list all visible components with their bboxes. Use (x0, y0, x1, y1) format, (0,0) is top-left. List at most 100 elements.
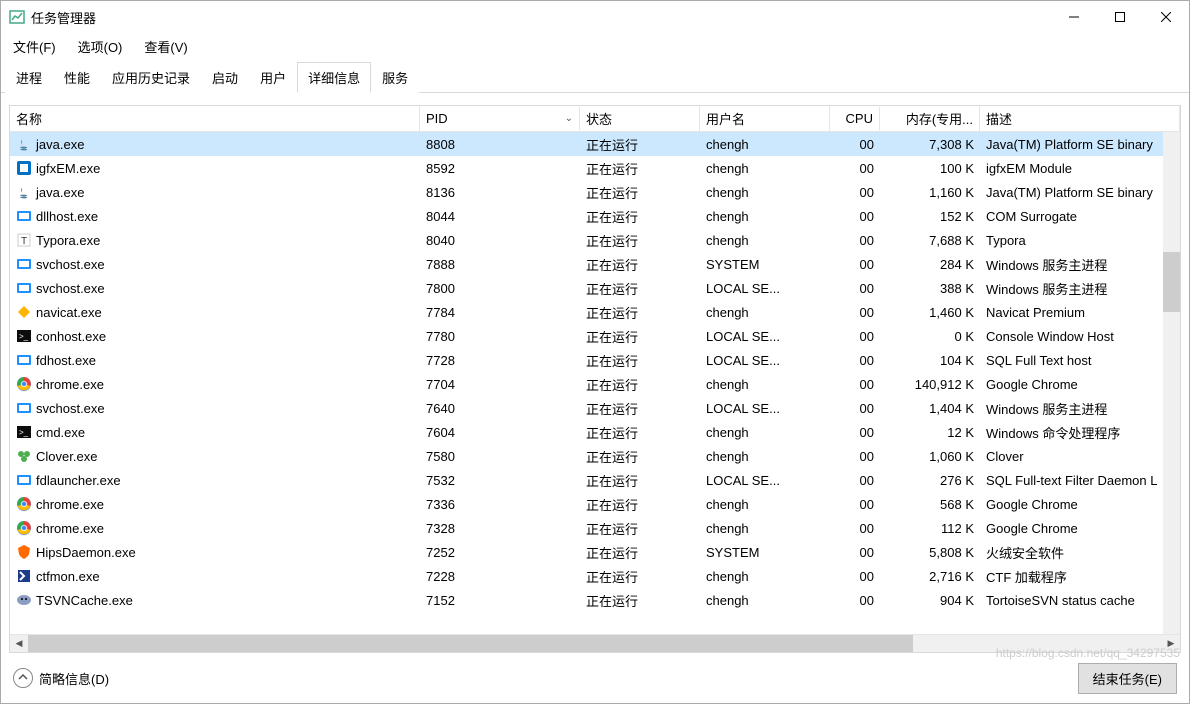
tab-users[interactable]: 用户 (249, 62, 297, 93)
process-icon: T (16, 232, 32, 248)
tab-details[interactable]: 详细信息 (297, 62, 371, 93)
process-icon (16, 184, 32, 200)
cell-user: chengh (700, 566, 830, 587)
cell-pid: 8136 (420, 182, 580, 203)
table-row[interactable]: ctfmon.exe7228正在运行chengh002,716 KCTF 加载程… (10, 564, 1180, 588)
col-pid[interactable]: PID⌄ (420, 107, 580, 130)
menu-view[interactable]: 查看(V) (140, 35, 191, 58)
cell-cpu: 00 (830, 302, 880, 323)
fewer-details-label: 简略信息(D) (39, 669, 109, 688)
scrollbar-thumb[interactable] (1163, 252, 1180, 312)
cell-user: SYSTEM (700, 254, 830, 275)
col-name[interactable]: 名称 (10, 105, 420, 132)
process-icon (16, 352, 32, 368)
cell-description: igfxEM Module (980, 158, 1180, 179)
table-row[interactable]: chrome.exe7704正在运行chengh00140,912 KGoogl… (10, 372, 1180, 396)
cell-name: igfxEM.exe (10, 157, 420, 179)
table-row[interactable]: java.exe8136正在运行chengh001,160 KJava(TM) … (10, 180, 1180, 204)
table-row[interactable]: dllhost.exe8044正在运行chengh00152 KCOM Surr… (10, 204, 1180, 228)
cell-pid: 7888 (420, 254, 580, 275)
cell-memory: 1,404 K (880, 398, 980, 419)
table-row[interactable]: >_cmd.exe7604正在运行chengh0012 KWindows 命令处… (10, 420, 1180, 444)
cell-memory: 276 K (880, 470, 980, 491)
process-icon (16, 304, 32, 320)
cell-description: Java(TM) Platform SE binary (980, 134, 1180, 155)
app-icon (9, 9, 25, 25)
table-row[interactable]: TTypora.exe8040正在运行chengh007,688 KTypora (10, 228, 1180, 252)
cell-name: svchost.exe (10, 277, 420, 299)
fewer-details-button[interactable]: 简略信息(D) (13, 668, 109, 688)
col-description[interactable]: 描述 (980, 105, 1180, 132)
cell-status: 正在运行 (580, 180, 700, 205)
cell-pid: 7580 (420, 446, 580, 467)
cell-user: LOCAL SE... (700, 278, 830, 299)
table-row[interactable]: fdhost.exe7728正在运行LOCAL SE...00104 KSQL … (10, 348, 1180, 372)
table-row[interactable]: chrome.exe7328正在运行chengh00112 KGoogle Ch… (10, 516, 1180, 540)
table-row[interactable]: svchost.exe7640正在运行LOCAL SE...001,404 KW… (10, 396, 1180, 420)
cell-memory: 2,716 K (880, 566, 980, 587)
tab-performance[interactable]: 性能 (53, 62, 101, 93)
cell-name: chrome.exe (10, 493, 420, 515)
cell-memory: 1,460 K (880, 302, 980, 323)
cell-memory: 5,808 K (880, 542, 980, 563)
tab-services[interactable]: 服务 (371, 62, 419, 93)
col-memory[interactable]: 内存(专用... (880, 105, 980, 132)
col-cpu[interactable]: CPU (830, 107, 880, 130)
cell-memory: 388 K (880, 278, 980, 299)
cell-pid: 7800 (420, 278, 580, 299)
scrollbar-thumb[interactable] (28, 635, 913, 652)
vertical-scrollbar[interactable] (1163, 132, 1180, 634)
table-row[interactable]: navicat.exe7784正在运行chengh001,460 KNavica… (10, 300, 1180, 324)
tab-startup[interactable]: 启动 (201, 62, 249, 93)
cell-name: fdhost.exe (10, 349, 420, 371)
scroll-left-icon[interactable]: ◀ (10, 635, 28, 652)
cell-cpu: 00 (830, 350, 880, 371)
table-row[interactable]: fdlauncher.exe7532正在运行LOCAL SE...00276 K… (10, 468, 1180, 492)
cell-name: svchost.exe (10, 397, 420, 419)
cell-user: chengh (700, 134, 830, 155)
minimize-button[interactable] (1051, 1, 1097, 33)
tabbar: 进程 性能 应用历史记录 启动 用户 详细信息 服务 (1, 61, 1189, 93)
cell-cpu: 00 (830, 206, 880, 227)
table-row[interactable]: svchost.exe7888正在运行SYSTEM00284 KWindows … (10, 252, 1180, 276)
cell-name: chrome.exe (10, 373, 420, 395)
table-row[interactable]: TSVNCache.exe7152正在运行chengh00904 KTortoi… (10, 588, 1180, 612)
table-row[interactable]: chrome.exe7336正在运行chengh00568 KGoogle Ch… (10, 492, 1180, 516)
col-user[interactable]: 用户名 (700, 105, 830, 132)
cell-user: LOCAL SE... (700, 398, 830, 419)
process-icon (16, 520, 32, 536)
col-status[interactable]: 状态 (580, 105, 700, 132)
cell-user: chengh (700, 182, 830, 203)
tab-processes[interactable]: 进程 (5, 62, 53, 93)
cell-memory: 284 K (880, 254, 980, 275)
cell-description: Windows 服务主进程 (980, 396, 1180, 421)
cell-description: Google Chrome (980, 374, 1180, 395)
menu-options[interactable]: 选项(O) (74, 35, 127, 58)
cell-description: Google Chrome (980, 494, 1180, 515)
cell-status: 正在运行 (580, 540, 700, 565)
cell-description: TortoiseSVN status cache (980, 590, 1180, 611)
close-button[interactable] (1143, 1, 1189, 33)
process-icon (16, 472, 32, 488)
horizontal-scrollbar[interactable]: ◀ ▶ (10, 634, 1180, 652)
tab-history[interactable]: 应用历史记录 (101, 62, 201, 93)
table-row[interactable]: >_conhost.exe7780正在运行LOCAL SE...000 KCon… (10, 324, 1180, 348)
scroll-right-icon[interactable]: ▶ (1162, 635, 1180, 652)
cell-user: LOCAL SE... (700, 326, 830, 347)
maximize-button[interactable] (1097, 1, 1143, 33)
cell-pid: 8808 (420, 134, 580, 155)
table-row[interactable]: svchost.exe7800正在运行LOCAL SE...00388 KWin… (10, 276, 1180, 300)
table-row[interactable]: java.exe8808正在运行chengh007,308 KJava(TM) … (10, 132, 1180, 156)
cell-description: SQL Full-text Filter Daemon L (980, 470, 1180, 491)
menu-file[interactable]: 文件(F) (9, 35, 60, 58)
table-row[interactable]: igfxEM.exe8592正在运行chengh00100 KigfxEM Mo… (10, 156, 1180, 180)
cell-status: 正在运行 (580, 300, 700, 325)
cell-memory: 1,060 K (880, 446, 980, 467)
table-row[interactable]: HipsDaemon.exe7252正在运行SYSTEM005,808 K火绒安… (10, 540, 1180, 564)
process-icon: >_ (16, 424, 32, 440)
table-row[interactable]: Clover.exe7580正在运行chengh001,060 KClover (10, 444, 1180, 468)
end-task-button[interactable]: 结束任务(E) (1078, 663, 1177, 694)
table-header: 名称 PID⌄ 状态 用户名 CPU 内存(专用... 描述 (10, 106, 1180, 132)
cell-cpu: 00 (830, 230, 880, 251)
titlebar: 任务管理器 (1, 1, 1189, 33)
